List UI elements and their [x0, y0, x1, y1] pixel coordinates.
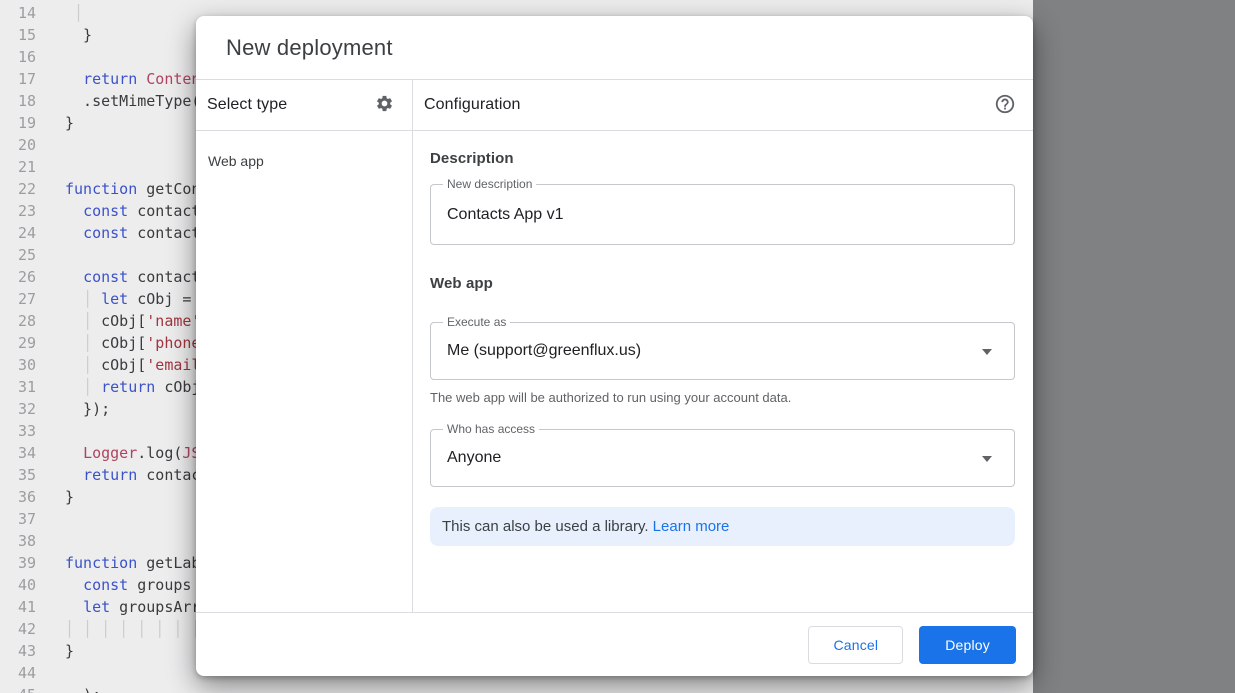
dialog-title: New deployment: [226, 35, 393, 61]
deployment-type-list: Web app: [196, 131, 412, 183]
learn-more-link[interactable]: Learn more: [653, 518, 730, 535]
configuration-header: Configuration: [413, 80, 1033, 131]
type-item-web-app[interactable]: Web app: [196, 139, 412, 183]
who-has-access-select[interactable]: Who has access Anyone: [430, 429, 1015, 487]
select-type-panel: Select type Web app: [196, 80, 413, 612]
gear-icon: [375, 94, 394, 116]
select-type-header: Select type: [196, 80, 412, 131]
web-app-heading: Web app: [430, 275, 1015, 292]
execute-as-select[interactable]: Execute as Me (support@greenflux.us): [430, 322, 1015, 380]
chevron-down-icon: [982, 349, 992, 355]
execute-as-value: Me (support@greenflux.us): [447, 342, 641, 360]
library-info-box: This can also be used a library. Learn m…: [430, 507, 1015, 546]
description-heading: Description: [430, 150, 1015, 167]
desktop-gray-area: [1033, 0, 1235, 693]
who-has-access-label: Who has access: [443, 422, 539, 437]
help-button[interactable]: [992, 92, 1018, 118]
configuration-form: Description New description Contacts App…: [413, 131, 1033, 612]
cancel-button[interactable]: Cancel: [808, 626, 903, 664]
dialog-footer: Cancel Deploy: [196, 612, 1033, 676]
deploy-button[interactable]: Deploy: [919, 626, 1016, 664]
who-has-access-value: Anyone: [447, 449, 501, 467]
select-type-title: Select type: [207, 96, 287, 114]
dialog-titlebar: New deployment: [196, 16, 1033, 79]
description-field-value: Contacts App v1: [447, 206, 564, 224]
description-field[interactable]: New description Contacts App v1: [430, 184, 1015, 245]
library-info-text: This can also be used a library.: [442, 518, 653, 535]
deployment-settings-button[interactable]: [371, 92, 397, 118]
configuration-title: Configuration: [424, 96, 520, 114]
new-deployment-dialog: New deployment Select type Web app Confi…: [196, 16, 1033, 676]
configuration-panel: Configuration Description New descriptio…: [413, 80, 1033, 612]
help-circle-icon: [994, 93, 1016, 118]
dialog-body: Select type Web app Configuration: [196, 79, 1033, 612]
execute-as-label: Execute as: [443, 315, 510, 330]
description-field-label: New description: [443, 177, 536, 192]
chevron-down-icon: [982, 456, 992, 462]
execute-as-helper-text: The web app will be authorized to run us…: [430, 390, 1015, 405]
